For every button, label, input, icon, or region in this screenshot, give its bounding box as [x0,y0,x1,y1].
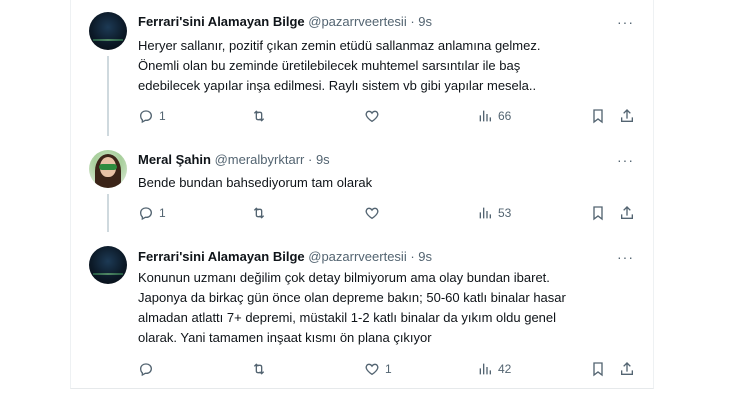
tweet-text-line: Heryer sallanır, pozitif çıkan zemin etü… [138,38,541,53]
like-button[interactable] [364,108,385,124]
share-icon [621,206,633,219]
display-name[interactable]: Meral Şahin [138,152,211,167]
timestamp[interactable]: 9s [418,249,432,264]
view-count: 42 [498,362,512,376]
tweet-text-line: Japonya da birkaç gün önce olan depreme … [138,290,566,305]
share-button[interactable] [619,361,635,377]
display-name[interactable]: Ferrari'sini Alamayan Bilge [138,249,305,264]
like-button[interactable]: 1 [364,361,392,377]
user-handle[interactable]: @pazarrveertesii [308,249,406,264]
like-button[interactable] [364,205,385,221]
avatar[interactable] [89,246,127,284]
user-handle[interactable]: @meralbyrktarr [215,152,305,167]
reply-icon [139,110,153,124]
share-button[interactable] [619,205,635,221]
separator: · [410,249,415,264]
reply-button[interactable] [138,361,159,377]
bookmark-button[interactable] [590,205,606,221]
thread-connector [107,194,109,232]
separator: · [410,14,415,29]
more-options-icon[interactable]: ··· [617,250,633,264]
timestamp[interactable]: 9s [316,152,330,167]
more-options-icon[interactable]: ··· [617,15,633,29]
separator: · [307,152,313,167]
views-button[interactable]: 42 [477,361,511,377]
retweet-button[interactable] [251,205,272,221]
reply-button[interactable]: 1 [138,205,166,221]
action-bar: 1 53 [138,205,638,223]
heart-icon [365,110,379,123]
tweet-text: Bende bundan bahsediyorum tam olarak [138,173,633,193]
tweet[interactable]: Meral Şahin @meralbyrktarr · 9s ··· Bend… [71,136,653,232]
bookmark-icon [593,362,603,377]
tweet-text-line: Bende bundan bahsediyorum tam olarak [138,175,373,190]
analytics-icon [479,363,491,375]
reply-icon [139,207,153,221]
retweet-icon [253,207,265,219]
tweet-text-line: olarak. Yani tamamen inşaat kısmı ön pla… [138,330,432,345]
reply-count: 1 [159,109,166,123]
retweet-icon [253,363,265,375]
analytics-icon [479,110,491,122]
tweet-text: Konunun uzmanı değilim çok detay bilmiyo… [138,268,633,348]
tweet[interactable]: Ferrari'sini Alamayan Bilge @pazarrveert… [71,236,653,386]
share-icon [621,362,633,375]
tweet-text-line: Önemli olan bu zeminde üretilebilecek mu… [138,58,521,73]
tweet-text-line: Konunun uzmanı değilim çok detay bilmiyo… [138,270,550,285]
share-icon [621,109,633,122]
bookmark-button[interactable] [590,108,606,124]
tweet[interactable]: Ferrari'sini Alamayan Bilge @pazarrveert… [71,0,653,136]
retweet-button[interactable] [251,108,272,124]
timestamp[interactable]: 9s [418,14,432,29]
action-bar: 1 42 [138,361,638,379]
tweet-text: Heryer sallanır, pozitif çıkan zemin etü… [138,36,633,96]
tweet-text-line: edebilecek yapılar inşa edilmesi. Raylı … [138,78,537,93]
bookmark-button[interactable] [590,361,606,377]
views-button[interactable]: 66 [477,108,511,124]
views-button[interactable]: 53 [477,205,511,221]
heart-icon [365,207,379,220]
view-count: 53 [498,206,512,220]
user-handle[interactable]: @pazarrveertesii [308,14,406,29]
tweet-header: Meral Şahin @meralbyrktarr · 9s [138,152,330,167]
analytics-icon [479,207,491,219]
retweet-icon [253,110,265,122]
display-name[interactable]: Ferrari'sini Alamayan Bilge [138,14,305,29]
avatar[interactable] [89,12,127,50]
thread-connector [107,56,109,136]
reply-button[interactable]: 1 [138,108,166,124]
tweet-header: Ferrari'sini Alamayan Bilge @pazarrveert… [138,14,432,29]
tweet-header: Ferrari'sini Alamayan Bilge @pazarrveert… [138,249,432,264]
action-bar: 1 66 [138,108,638,126]
avatar-glasses [99,164,117,170]
reply-count: 1 [159,206,166,220]
avatar[interactable] [89,150,127,188]
retweet-button[interactable] [251,361,272,377]
tweet-text-line: almadan atlattı 7+ depremi, müstakil 1-2… [138,310,557,325]
heart-icon [365,363,379,376]
conversation-thread: Ferrari'sini Alamayan Bilge @pazarrveert… [70,0,654,389]
more-options-icon[interactable]: ··· [617,153,633,167]
bookmark-icon [593,206,603,221]
reply-icon [139,363,153,377]
like-count: 1 [385,362,392,376]
share-button[interactable] [619,108,635,124]
bookmark-icon [593,109,603,124]
view-count: 66 [498,109,512,123]
